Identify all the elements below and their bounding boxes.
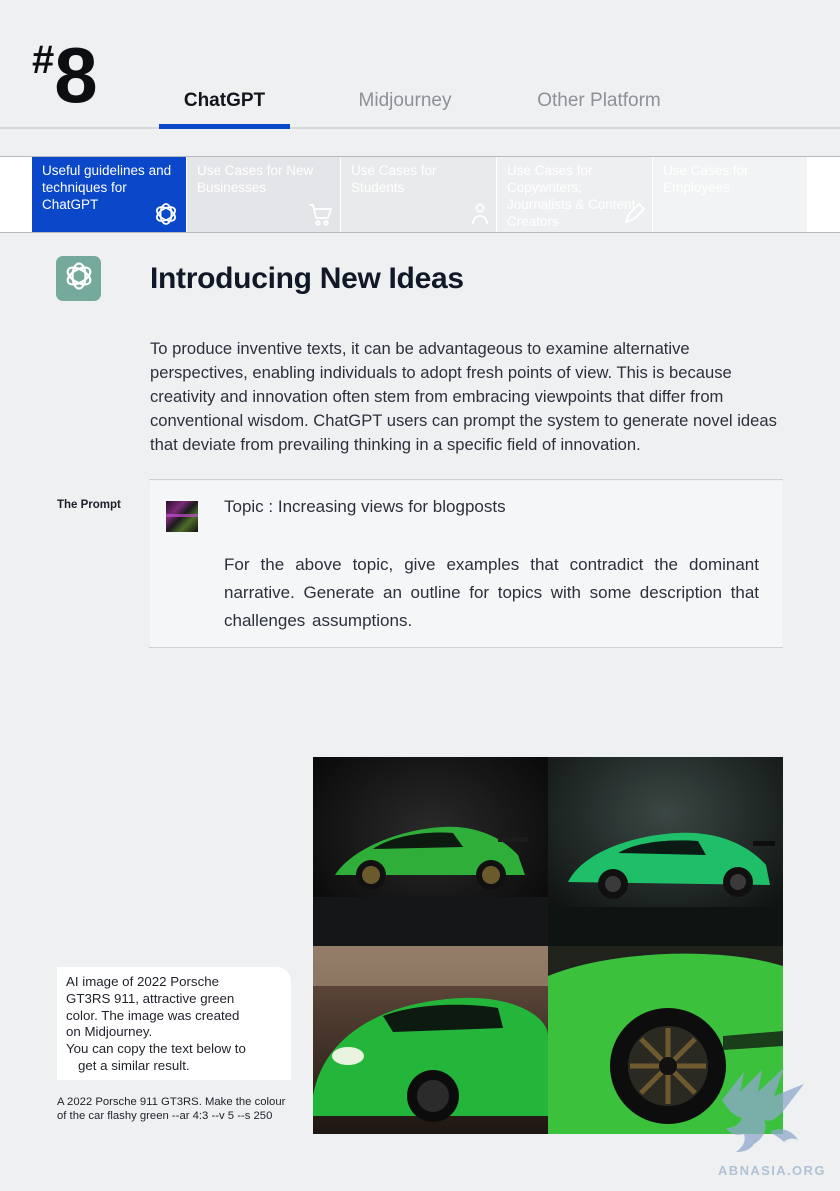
dragon-logo-icon bbox=[714, 1062, 814, 1162]
watermark-text: ABNASIA.ORG bbox=[718, 1163, 826, 1178]
caption-line: on Midjourney. bbox=[66, 1024, 153, 1040]
subnav-card-label: Use Cases for Copywriters, Journalists &… bbox=[507, 163, 636, 229]
prompt-divider-bottom bbox=[149, 647, 783, 648]
page-number: # 8 bbox=[32, 31, 98, 119]
pen-icon bbox=[620, 200, 648, 228]
active-tab-indicator bbox=[159, 124, 290, 129]
subnav-card-label: Use Cases for Students bbox=[351, 163, 437, 195]
page-number-hash: # bbox=[32, 38, 55, 82]
tab-chatgpt[interactable]: ChatGPT bbox=[159, 90, 290, 112]
prompt-divider-top bbox=[149, 479, 783, 480]
user-avatar bbox=[166, 501, 198, 532]
subnav-card-employees[interactable]: Use Cases for Employees bbox=[653, 157, 807, 232]
page-number-value: 8 bbox=[54, 31, 97, 119]
caption-line: color. The image was created bbox=[66, 1007, 240, 1023]
midjourney-prompt-text: A 2022 Porsche 911 GT3RS. Make the colou… bbox=[57, 1096, 286, 1122]
subnav-card-students[interactable]: Use Cases for Students bbox=[341, 157, 496, 232]
image-tile-studio-right bbox=[548, 757, 783, 946]
tab-other-platform[interactable]: Other Platform bbox=[515, 90, 683, 112]
cart-icon bbox=[306, 200, 334, 228]
subnav-card-new-businesses[interactable]: Use Cases for New Businesses bbox=[187, 157, 340, 232]
image-caption: AI image of 2022 Porsche GT3RS 911, attr… bbox=[57, 967, 291, 1080]
subnav-card-label: Use Cases for Employees bbox=[663, 163, 749, 195]
openai-logo-icon bbox=[152, 200, 180, 228]
tab-midjourney[interactable]: Midjourney bbox=[330, 90, 480, 112]
chatgpt-logo-tile bbox=[56, 256, 101, 301]
prompt-body: For the above topic, give examples that … bbox=[224, 555, 759, 630]
subnav-card-copywriters[interactable]: Use Cases for Copywriters, Journalists &… bbox=[497, 157, 652, 232]
caption-line: GT3RS 911, attractive green bbox=[66, 990, 235, 1006]
midjourney-image-grid bbox=[313, 757, 783, 1134]
subnav-card-label: Use Cases for New Businesses bbox=[197, 163, 314, 195]
caption-line: get a similar result. bbox=[78, 1057, 190, 1073]
section-body: To produce inventive texts, it can be ad… bbox=[150, 339, 777, 454]
section-title: Introducing New Ideas bbox=[150, 262, 464, 295]
caption-line: AI image of 2022 Porsche bbox=[66, 974, 220, 989]
openai-logo-icon bbox=[62, 259, 96, 298]
prompt-label: The Prompt bbox=[57, 499, 121, 511]
subnav-card-guidelines[interactable]: Useful guidelines and techniques for Cha… bbox=[32, 157, 186, 232]
tabs-baseline bbox=[0, 127, 840, 129]
prompt-topic: Topic : Increasing views for blogposts bbox=[224, 497, 506, 516]
student-icon bbox=[466, 200, 494, 228]
image-tile-garage-front bbox=[313, 946, 548, 1134]
image-tile-studio-left bbox=[313, 757, 548, 946]
caption-line: You can copy the text below to bbox=[66, 1041, 246, 1057]
